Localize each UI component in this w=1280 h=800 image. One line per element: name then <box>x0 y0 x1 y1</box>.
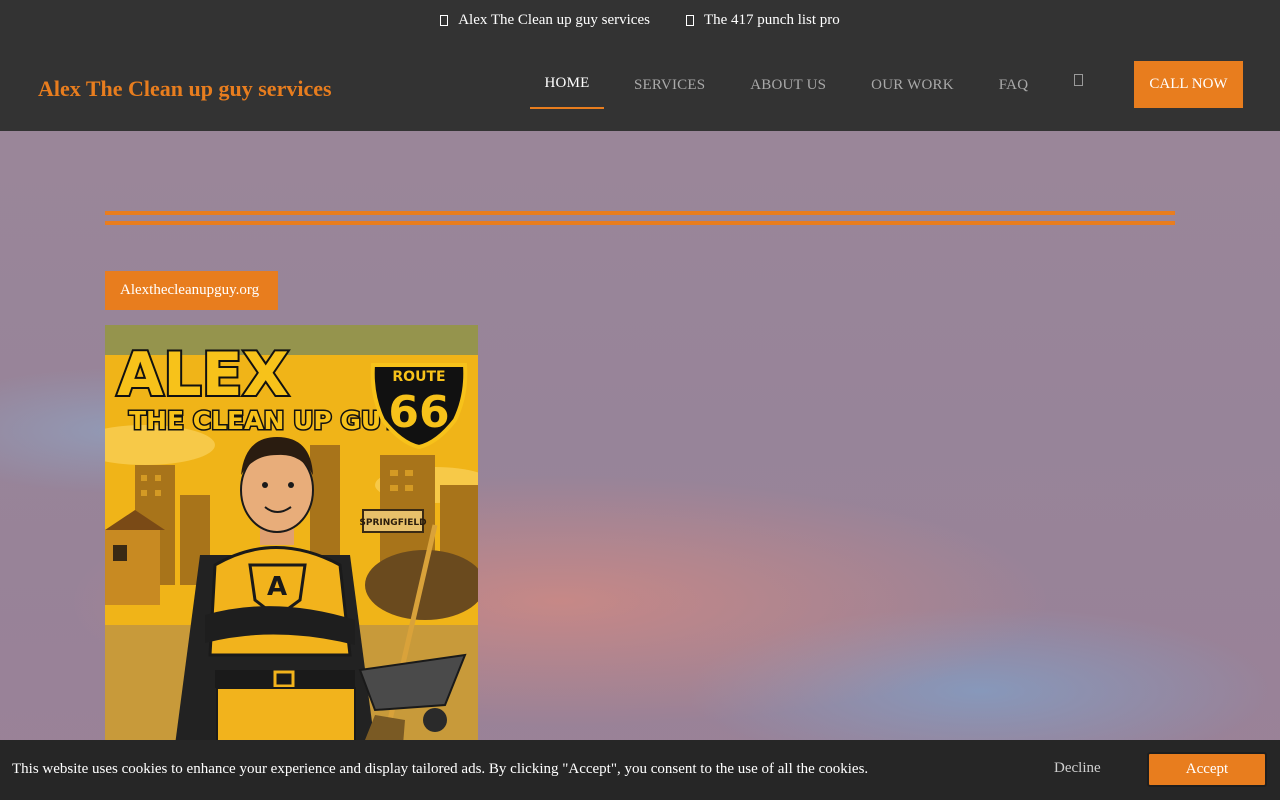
poster-title-line1: ALEX <box>117 340 289 410</box>
top-info-item-punch-list: The 417 punch list pro <box>685 11 840 29</box>
cookie-message: This website uses cookies to enhance you… <box>12 761 869 777</box>
cookie-consent-bar: This website uses cookies to enhance you… <box>0 740 1280 800</box>
main-nav: HOME SERVICES ABOUT US OUR WORK FAQ <box>530 62 1028 109</box>
nav-about-us[interactable]: ABOUT US <box>750 62 826 109</box>
accept-button[interactable]: Accept <box>1147 752 1267 787</box>
info-icon <box>685 14 694 26</box>
info-icon <box>440 14 449 26</box>
hero-divider <box>105 221 1175 225</box>
nav-services[interactable]: SERVICES <box>634 62 705 109</box>
website-tag-button[interactable]: Alexthecleanupguy.org <box>105 271 278 310</box>
search-icon[interactable] <box>1074 74 1083 86</box>
decline-button[interactable]: Decline <box>1054 760 1101 777</box>
top-info-bar: Alex The Clean up guy services The 417 p… <box>0 0 1280 40</box>
top-info-label: Alex The Clean up guy services <box>458 11 650 28</box>
hero-section: Alexthecleanupguy.org SPRINGFIELD A ALEX… <box>0 131 1280 800</box>
poster-title-line2: THE CLEAN UP GUY <box>129 406 400 435</box>
call-now-button[interactable]: CALL NOW <box>1134 61 1243 108</box>
poster-shield-label: ROUTE <box>392 369 445 385</box>
nav-faq[interactable]: FAQ <box>999 62 1029 109</box>
poster-shield-number: 66 <box>388 387 449 438</box>
brand-logo[interactable]: Alex The Clean up guy services <box>38 76 332 102</box>
top-info-label: The 417 punch list pro <box>703 11 840 28</box>
nav-our-work[interactable]: OUR WORK <box>871 62 954 109</box>
poster-emblem-text: A <box>267 572 287 602</box>
hero-poster-image: SPRINGFIELD A ALEX THE CLEAN UP GUY ROUT… <box>105 325 478 745</box>
site-header: Alex The Clean up guy services HOME SERV… <box>0 40 1280 131</box>
nav-home[interactable]: HOME <box>530 62 604 109</box>
poster-sign-text: SPRINGFIELD <box>359 518 426 528</box>
top-info-item-services: Alex The Clean up guy services <box>440 12 650 29</box>
hero-divider <box>105 211 1175 215</box>
